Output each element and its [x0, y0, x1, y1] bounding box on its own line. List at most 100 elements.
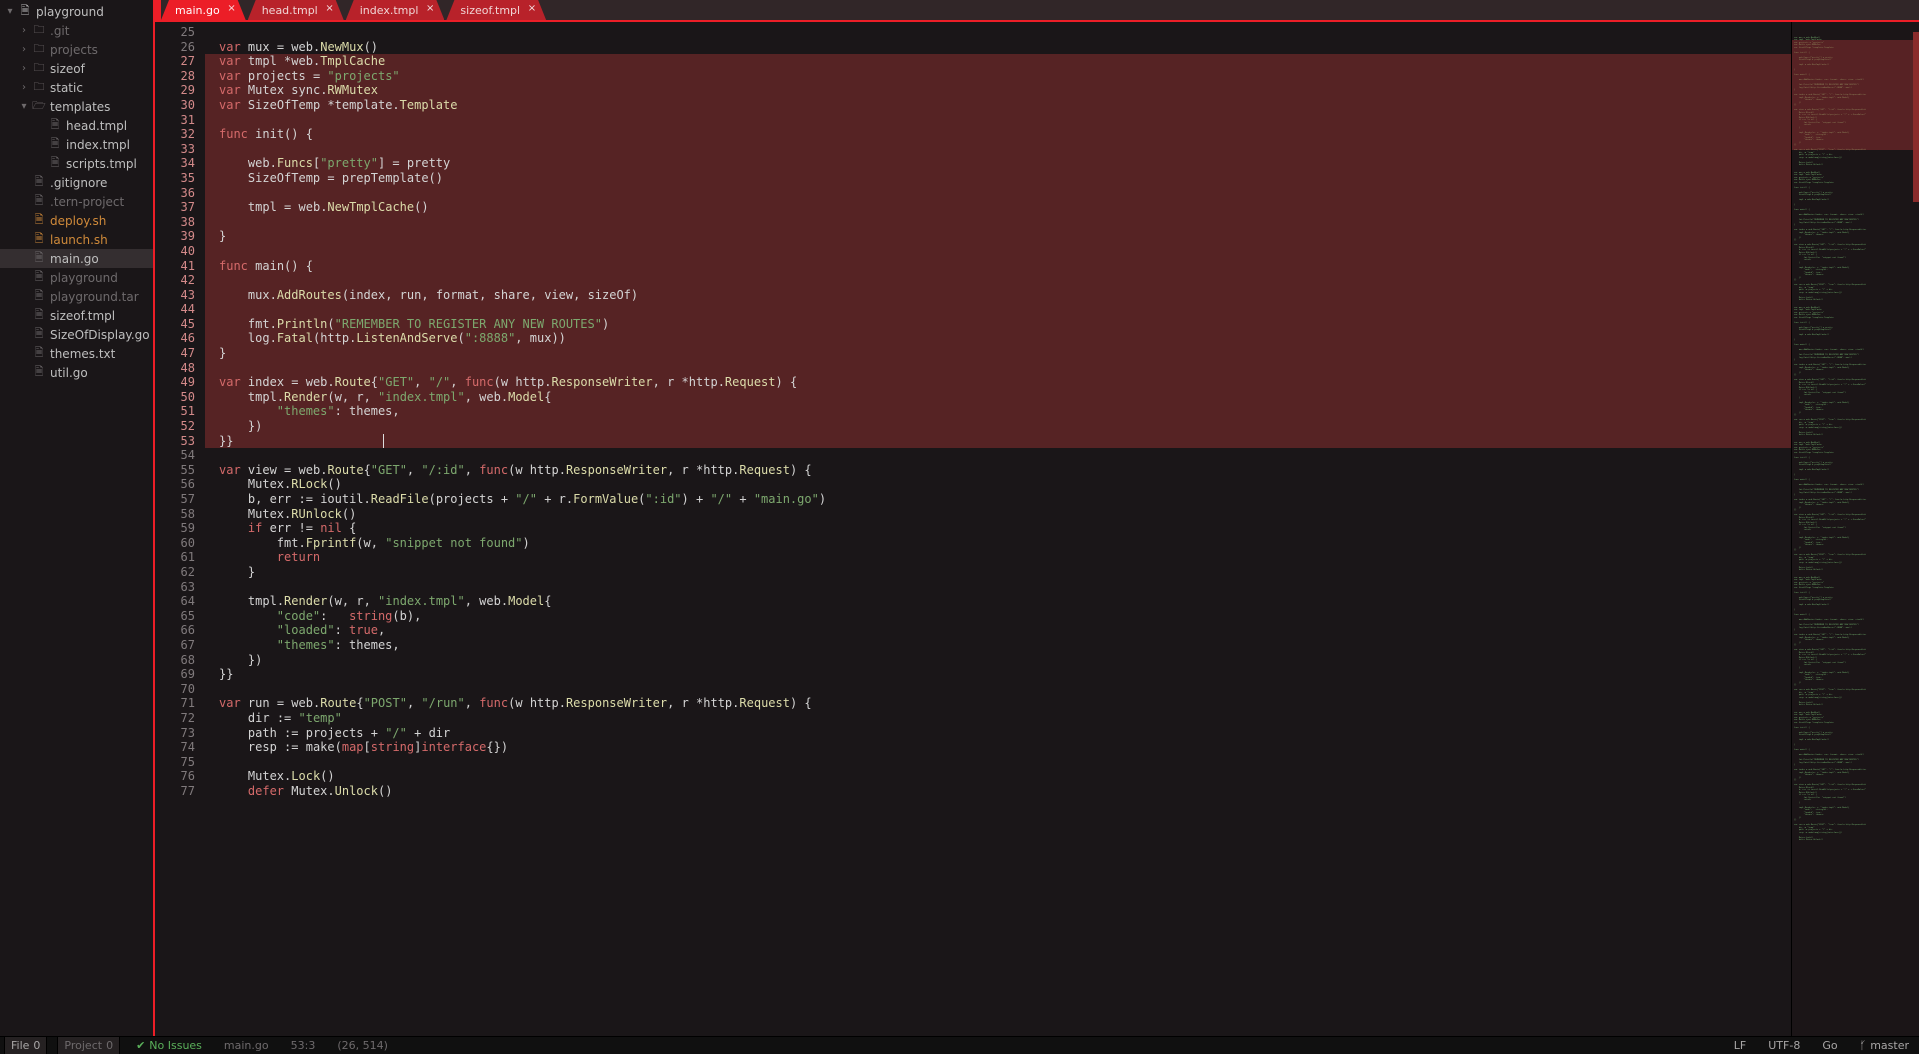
code-line[interactable]: Mutex.RUnlock() — [205, 507, 1791, 522]
code-line[interactable]: fmt.Println("REMEMBER TO REGISTER ANY NE… — [205, 317, 1791, 332]
minimap-viewport-indicator[interactable] — [1913, 32, 1919, 202]
code-line[interactable] — [205, 273, 1791, 288]
code-line[interactable]: } — [205, 346, 1791, 361]
tree-file[interactable]: themes.txt — [0, 344, 153, 363]
code-line[interactable] — [205, 113, 1791, 128]
tree-file[interactable]: playground — [0, 268, 153, 287]
code-line[interactable]: path := projects + "/" + dir — [205, 726, 1791, 741]
tree-file[interactable]: index.tmpl — [0, 135, 153, 154]
status-line-ending[interactable]: LF — [1728, 1037, 1752, 1054]
code-line[interactable]: var mux = web.NewMux() — [205, 40, 1791, 55]
editor-tab[interactable]: main.go× — [161, 0, 246, 20]
code-line[interactable]: SizeOfTemp = prepTemplate() — [205, 171, 1791, 186]
code-line[interactable] — [205, 580, 1791, 595]
line-number: 56 — [155, 477, 195, 492]
code-line[interactable]: Mutex.Lock() — [205, 769, 1791, 784]
code-line[interactable] — [205, 682, 1791, 697]
code-line[interactable]: tmpl = web.NewTmplCache() — [205, 200, 1791, 215]
code-line[interactable]: }} — [205, 434, 1791, 449]
tree-file[interactable]: deploy.sh — [0, 211, 153, 230]
close-icon[interactable]: × — [426, 3, 434, 14]
chevron-down-icon: ▾ — [4, 6, 16, 17]
code-line[interactable] — [205, 186, 1791, 201]
code-line[interactable]: dir := "temp" — [205, 711, 1791, 726]
close-icon[interactable]: × — [227, 3, 235, 14]
tree-file[interactable]: launch.sh — [0, 230, 153, 249]
tree-folder[interactable]: ›projects — [0, 40, 153, 59]
code-line[interactable]: fmt.Fprintf(w, "snippet not found") — [205, 536, 1791, 551]
code-line[interactable]: log.Fatal(http.ListenAndServe(":8888", m… — [205, 331, 1791, 346]
tree-item-label: themes.txt — [50, 347, 115, 361]
code-line[interactable]: var tmpl *web.TmplCache — [205, 54, 1791, 69]
code-line[interactable]: }) — [205, 419, 1791, 434]
code-line[interactable]: var Mutex sync.RWMutex — [205, 83, 1791, 98]
code-line[interactable]: Mutex.RLock() — [205, 477, 1791, 492]
code-line[interactable]: var index = web.Route{"GET", "/", func(w… — [205, 375, 1791, 390]
code-line[interactable] — [205, 755, 1791, 770]
status-cursor-position[interactable]: 53:3 — [285, 1037, 322, 1054]
code-line[interactable]: var projects = "projects" — [205, 69, 1791, 84]
status-file-count[interactable]: File 0 — [4, 1037, 47, 1054]
code-line[interactable] — [205, 142, 1791, 157]
code-line[interactable]: resp := make(map[string]interface{}) — [205, 740, 1791, 755]
file-icon — [48, 157, 62, 171]
code-line[interactable]: defer Mutex.Unlock() — [205, 784, 1791, 799]
code-line[interactable]: if err != nil { — [205, 521, 1791, 536]
tree-root[interactable]: ▾ playground — [0, 2, 153, 21]
code-line[interactable] — [205, 244, 1791, 259]
code-line[interactable]: b, err := ioutil.ReadFile(projects + "/"… — [205, 492, 1791, 507]
code-line[interactable]: }) — [205, 653, 1791, 668]
code-line[interactable]: } — [205, 229, 1791, 244]
editor-tab[interactable]: head.tmpl× — [248, 0, 344, 20]
code-line[interactable]: "loaded": true, — [205, 623, 1791, 638]
tree-file[interactable]: SizeOfDisplay.go — [0, 325, 153, 344]
code-line[interactable]: func main() { — [205, 259, 1791, 274]
code-line[interactable] — [205, 302, 1791, 317]
editor-tab[interactable]: index.tmpl× — [346, 0, 445, 20]
code-line[interactable]: }} — [205, 667, 1791, 682]
code-editor[interactable]: var mux = web.NewMux()var tmpl *web.Tmpl… — [203, 22, 1791, 1036]
editor-tab[interactable]: sizeof.tmpl× — [446, 0, 546, 20]
code-line[interactable]: } — [205, 565, 1791, 580]
tree-file[interactable]: util.go — [0, 363, 153, 382]
code-line[interactable]: var SizeOfTemp *template.Template — [205, 98, 1791, 113]
code-line[interactable]: tmpl.Render(w, r, "index.tmpl", web.Mode… — [205, 594, 1791, 609]
tree-file[interactable]: playground.tar — [0, 287, 153, 306]
close-icon[interactable]: × — [325, 3, 333, 14]
code-line[interactable]: "code": string(b), — [205, 609, 1791, 624]
tree-folder[interactable]: ›.git — [0, 21, 153, 40]
code-line[interactable] — [205, 361, 1791, 376]
minimap[interactable]: var mux = web.NewMux() var tmpl *web.Tmp… — [1791, 22, 1919, 1036]
tree-file[interactable]: scripts.tmpl — [0, 154, 153, 173]
code-line[interactable]: "themes": themes, — [205, 404, 1791, 419]
tree-file[interactable]: .gitignore — [0, 173, 153, 192]
tree-folder[interactable]: ›sizeof — [0, 59, 153, 78]
code-line[interactable]: "themes": themes, — [205, 638, 1791, 653]
code-line[interactable] — [205, 25, 1791, 40]
file-tree-sidebar[interactable]: ▾ playground ›.git›projects›sizeof›stati… — [0, 0, 155, 1036]
code-line[interactable]: var view = web.Route{"GET", "/:id", func… — [205, 463, 1791, 478]
tree-file[interactable]: head.tmpl — [0, 116, 153, 135]
code-line[interactable]: tmpl.Render(w, r, "index.tmpl", web.Mode… — [205, 390, 1791, 405]
tree-file[interactable]: sizeof.tmpl — [0, 306, 153, 325]
status-project-count[interactable]: Project 0 — [57, 1037, 120, 1054]
status-issues[interactable]: ✔ No Issues — [130, 1037, 208, 1054]
tree-folder[interactable]: ▾templates — [0, 97, 153, 116]
code-line[interactable] — [205, 448, 1791, 463]
status-language[interactable]: Go — [1816, 1037, 1843, 1054]
status-encoding[interactable]: UTF-8 — [1762, 1037, 1806, 1054]
close-icon[interactable]: × — [528, 3, 536, 14]
tree-folder[interactable]: ›static — [0, 78, 153, 97]
code-line[interactable]: func init() { — [205, 127, 1791, 142]
status-git-branch[interactable]: ᚶ master — [1854, 1037, 1915, 1054]
code-line[interactable]: return — [205, 550, 1791, 565]
tree-item-label: projects — [50, 43, 98, 57]
code-line[interactable] — [205, 215, 1791, 230]
code-line[interactable]: var run = web.Route{"POST", "/run", func… — [205, 696, 1791, 711]
tree-file[interactable]: .tern-project — [0, 192, 153, 211]
line-number: 42 — [155, 273, 195, 288]
line-number: 46 — [155, 331, 195, 346]
tree-file[interactable]: main.go — [0, 249, 153, 268]
code-line[interactable]: mux.AddRoutes(index, run, format, share,… — [205, 288, 1791, 303]
code-line[interactable]: web.Funcs["pretty"] = pretty — [205, 156, 1791, 171]
